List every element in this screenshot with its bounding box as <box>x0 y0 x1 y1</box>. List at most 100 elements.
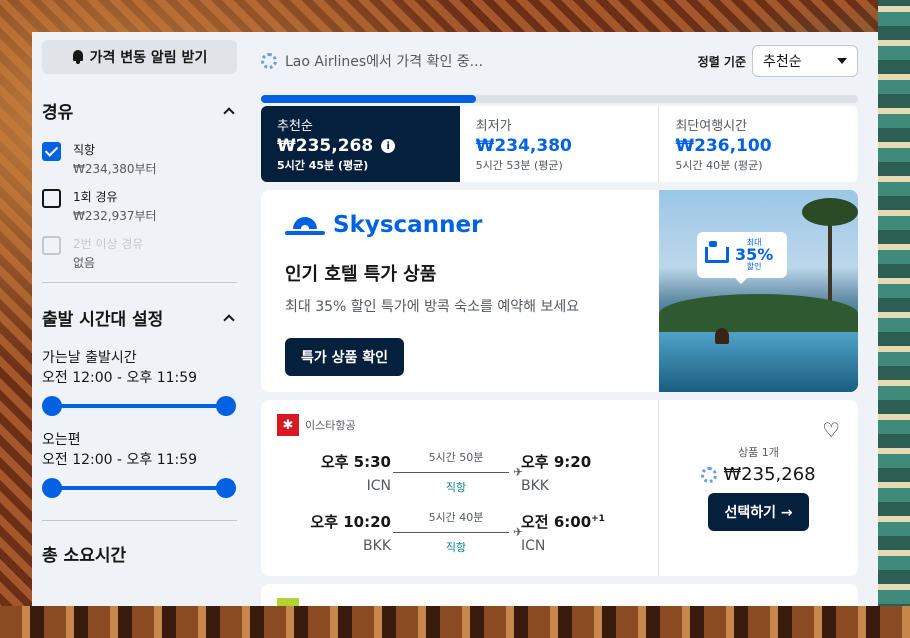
outbound-time-slider[interactable] <box>42 396 236 416</box>
slider-handle-start[interactable] <box>42 396 62 416</box>
arrival-time-value: 오후 9:20 <box>521 452 592 471</box>
outbound-range: 오전 12:00 - 오후 11:59 <box>42 370 198 386</box>
results-main: Lao Airlines에서 가격 확인 중... 정렬 기준 추천순 추천순 … <box>261 32 859 606</box>
tab-best[interactable]: 추천순 ₩235,268 i 5시간 45분 (평균) <box>261 106 460 182</box>
airplane-icon: ✈ <box>512 465 523 479</box>
stops-section-header[interactable]: 경유 <box>42 98 237 123</box>
duration-section-header[interactable]: 총 소요시간 <box>42 541 237 566</box>
tab-price-value: ₩235,268 <box>277 136 374 156</box>
stops-title: 경유 <box>42 103 74 123</box>
return-time-slider[interactable] <box>42 478 236 498</box>
times-section-header[interactable]: 출발 시간대 설정 <box>42 305 237 330</box>
leg-duration: 5시간 50분 ✈ 직항 <box>391 449 523 495</box>
tab-fastest[interactable]: 최단여행시간 ₩236,100 5시간 40분 (평균) <box>659 106 859 182</box>
swimmer <box>715 328 729 344</box>
discount-badge: 최대 35% 할인 <box>697 232 787 284</box>
departure-time: 오후 10:20 <box>310 512 391 531</box>
hillside <box>659 294 858 334</box>
sort-control: 정렬 기준 추천순 <box>698 45 858 77</box>
deals-count: 상품 1개 <box>738 446 779 459</box>
heart-icon[interactable]: ♡ <box>822 418 840 442</box>
discount-text: 최대 35% 할인 <box>735 239 773 271</box>
stop-option-two-plus: 2번 이상 경유 없음 <box>42 235 237 273</box>
results-panel: 가격 변동 알림 받기 경유 직항 ₩234,380부터 1회 경유 ₩232,… <box>32 32 878 606</box>
arrival-time: 오후 9:20 <box>521 451 621 472</box>
tab-name: 최단여행시간 <box>675 119 748 134</box>
hotel-promo-card: Skyscanner 인기 호텔 특가 상품 최대 35% 할인 특가에 방콕 … <box>261 190 858 392</box>
sort-dropdown[interactable]: 추천순 <box>752 45 858 77</box>
sort-tabs: 추천순 ₩235,268 i 5시간 45분 (평균) 최저가 ₩234,380… <box>261 106 859 182</box>
chevron-up-icon[interactable] <box>223 313 235 326</box>
select-flight-button[interactable]: 선택하기 → <box>708 493 809 531</box>
stops-filter-list: 직항 ₩234,380부터 1회 경유 ₩232,937부터 2번 이상 경유 … <box>42 141 237 273</box>
stop-option-one-stop[interactable]: 1회 경유 ₩232,937부터 <box>42 188 237 226</box>
stop-price: 없음 <box>73 256 96 270</box>
departure: 오후 5:30 ICN <box>277 451 391 494</box>
day-offset: +1 <box>591 513 605 524</box>
outbound-label: 가는날 출발시간 <box>42 350 137 366</box>
filter-sidebar: 가격 변동 알림 받기 경유 직항 ₩234,380부터 1회 경유 ₩232,… <box>32 32 247 606</box>
arrival-time-value: 오전 6:00 <box>521 512 592 531</box>
tab-price: ₩235,268 i <box>277 136 444 156</box>
arrival: 오전 6:00+1 ICN <box>511 511 621 554</box>
stops-text: 직항 <box>445 481 467 494</box>
flight-line: ✈ <box>393 465 523 479</box>
stop-label: 1회 경유 <box>73 190 118 204</box>
arrival-airport: BKK <box>521 477 549 494</box>
return-leg: 오후 10:20 BKK 5시간 40분 ✈ 직항 오전 6:00+1 ICN <box>277 508 642 556</box>
slider-handle-end[interactable] <box>216 478 236 498</box>
airline-name: 이스타항공 <box>305 419 356 432</box>
flight-price: ₩235,268 <box>675 464 842 485</box>
duration-text: 5시간 50분 <box>428 451 484 464</box>
one-stop-checkbox[interactable] <box>42 189 61 208</box>
stop-label: 2번 이상 경유 <box>73 237 144 251</box>
departure-airport: ICN <box>366 477 391 494</box>
duration-title: 총 소요시간 <box>42 546 127 566</box>
outbound-time-filter: 가는날 출발시간 오전 12:00 - 오후 11:59 <box>42 348 237 416</box>
tab-cheapest[interactable]: 최저가 ₩234,380 5시간 53분 (평균) <box>459 106 660 182</box>
tab-price: ₩236,100 <box>675 136 772 156</box>
times-title: 출발 시간대 설정 <box>42 310 164 330</box>
badge-bottom: 할인 <box>746 262 762 271</box>
arrival-airport: ICN <box>521 537 546 554</box>
view-deals-button[interactable]: 특가 상품 확인 <box>285 338 405 376</box>
spinner-icon <box>261 53 277 69</box>
price-value: ₩235,268 <box>723 464 816 485</box>
slider-handle-end[interactable] <box>216 396 236 416</box>
flight-line: ✈ <box>393 525 523 539</box>
background-decor-bottom <box>0 606 910 638</box>
stop-label: 직항 <box>73 143 96 157</box>
sort-label: 정렬 기준 <box>697 54 746 69</box>
chevron-up-icon[interactable] <box>223 106 235 119</box>
stop-option-direct[interactable]: 직항 ₩234,380부터 <box>42 141 237 179</box>
bell-icon <box>72 50 84 64</box>
flight-result-card[interactable]: ✱ 이스타항공 오후 5:30 ICN 5시간 50분 ✈ 직항 오후 9:20 <box>261 400 858 576</box>
airplane-icon: ✈ <box>512 525 523 539</box>
airline-logo-icon <box>277 598 299 606</box>
promo-title: 인기 호텔 특가 상품 <box>285 264 437 285</box>
arrival: 오후 9:20 BKK <box>511 451 621 494</box>
hotel-pool-image: 최대 35% 할인 <box>659 190 858 392</box>
tab-duration: 5시간 53분 (평균) <box>475 159 563 172</box>
palm-tree <box>802 198 858 308</box>
tab-duration: 5시간 40분 (평균) <box>675 159 763 172</box>
departure-airport: BKK <box>363 537 391 554</box>
results-topbar: Lao Airlines에서 가격 확인 중... 정렬 기준 추천순 <box>261 32 858 90</box>
caret-down-icon <box>837 58 847 64</box>
slider-handle-start[interactable] <box>42 478 62 498</box>
search-progress-bar <box>261 95 858 103</box>
price-alert-button[interactable]: 가격 변동 알림 받기 <box>42 40 237 74</box>
flight-price-panel: ♡ 상품 1개 ₩235,268 선택하기 → <box>659 400 858 576</box>
flight-itinerary: ✱ 이스타항공 오후 5:30 ICN 5시간 50분 ✈ 직항 오후 9:20 <box>261 400 659 576</box>
tab-duration: 5시간 45분 (평균) <box>277 159 369 172</box>
departure-time: 오후 5:30 <box>320 452 391 471</box>
outbound-leg: 오후 5:30 ICN 5시간 50분 ✈ 직항 오후 9:20 BKK <box>277 448 642 496</box>
bed-icon <box>705 241 729 263</box>
loading-status: Lao Airlines에서 가격 확인 중... <box>261 51 483 71</box>
promo-subtitle: 최대 35% 할인 특가에 방콕 숙소를 예약해 보세요 <box>285 299 580 315</box>
background-decor-right <box>878 0 910 638</box>
info-icon[interactable]: i <box>381 139 396 153</box>
tab-name: 추천순 <box>277 119 313 134</box>
next-flight-card[interactable] <box>261 584 858 606</box>
direct-checkbox[interactable] <box>42 142 61 161</box>
